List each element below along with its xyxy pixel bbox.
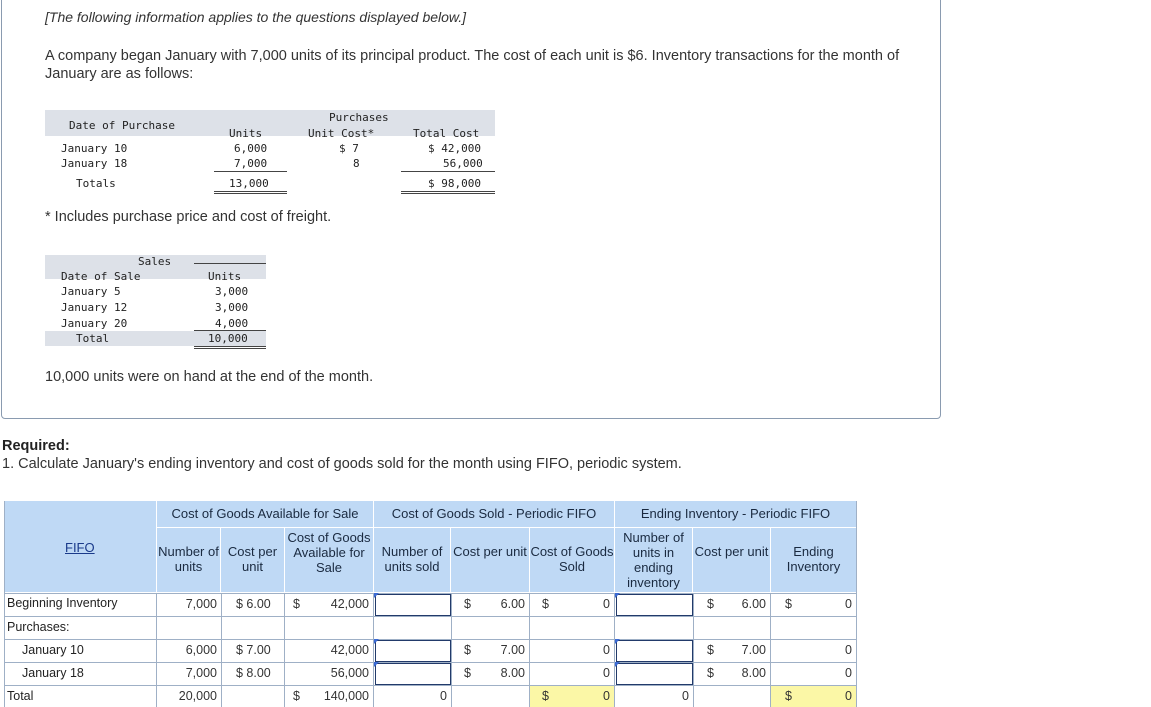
jan10-ei-cost-per-unit: 7.00 xyxy=(741,643,766,657)
sale-row-units: 4,000 xyxy=(215,317,249,330)
col-date-of-purchase: Date of Purchase xyxy=(69,119,175,132)
freight-footnote: * Includes purchase price and cost of fr… xyxy=(45,209,332,225)
rule xyxy=(194,263,266,264)
header-cogs: Cost of Goods Sold xyxy=(530,528,614,592)
beginning-ei-cost-per-unit: 6.00 xyxy=(741,597,766,611)
col-total-cost: Total Cost xyxy=(413,127,480,140)
col-units: Units xyxy=(229,127,263,140)
jan18-cogas: 56,000 xyxy=(330,666,369,680)
jan18-units: 7,000 xyxy=(185,666,217,680)
sale-row-date: January 12 xyxy=(61,301,128,314)
jan10-cogs-cost-per-unit: 7.00 xyxy=(500,643,525,657)
jan18-cogs-cost-per-unit: 8.00 xyxy=(500,666,525,680)
jan10-cogs: 0 xyxy=(603,643,610,657)
total-cogas: 140,000 xyxy=(323,689,369,703)
purchase-row-units: 6,000 xyxy=(234,142,268,155)
purchase-row-units: 7,000 xyxy=(234,157,268,170)
rule xyxy=(401,171,495,172)
purchase-row-unit-cost: 8 xyxy=(353,157,360,170)
total-cogs: 0 xyxy=(603,689,610,703)
purchase-row-unit-cost: $ 7 xyxy=(339,142,359,155)
row-label-purchases: Purchases: xyxy=(7,620,70,634)
beginning-units-sold-input[interactable] xyxy=(375,594,451,616)
jan18-ei-cost-per-unit: 8.00 xyxy=(741,666,766,680)
beginning-cogas-dollar: $ xyxy=(293,597,300,611)
problem-paragraph: A company began January with 7,000 units… xyxy=(45,48,900,82)
beginning-cost-per-unit: $ 6.00 xyxy=(236,597,271,611)
row-label-jan18: January 18 xyxy=(22,666,84,680)
sales-group-header: Sales xyxy=(138,255,172,268)
sale-row-date: January 5 xyxy=(61,285,121,298)
total-ei-units: 0 xyxy=(682,689,689,703)
row-label-jan10: January 10 xyxy=(22,643,84,657)
jan10-ei-units-input[interactable] xyxy=(616,640,693,662)
double-rule xyxy=(214,191,287,194)
jan18-ei-units-input[interactable] xyxy=(616,663,693,685)
header-cogas: Cost of Goods Available for Sale xyxy=(285,528,373,592)
question-text: 1. Calculate January's ending inventory … xyxy=(2,456,682,472)
sales-total-label: Total xyxy=(76,332,110,345)
total-ending-inventory: 0 xyxy=(845,689,852,703)
sale-row-date: January 20 xyxy=(61,317,128,330)
purchases-group-header: Purchases xyxy=(329,111,389,124)
beginning-units: 7,000 xyxy=(185,597,217,611)
header-cost-per-unit: Cost per unit xyxy=(221,528,284,592)
purchases-totals-cost: $ 98,000 xyxy=(428,177,481,190)
header-number-of-units: Number of units xyxy=(157,528,220,592)
group-header-ending-inventory: Ending Inventory - Periodic FIFO xyxy=(615,501,856,527)
jan18-cost-per-unit: $ 8.00 xyxy=(236,666,271,680)
required-label: Required: xyxy=(2,438,70,454)
double-rule xyxy=(401,191,495,194)
beginning-cogs-dollar: $ xyxy=(542,597,549,611)
sale-row-units: 3,000 xyxy=(215,285,249,298)
purchases-totals-label: Totals xyxy=(76,177,116,190)
total-units-sold: 0 xyxy=(440,689,447,703)
jan18-cogs: 0 xyxy=(603,666,610,680)
jan10-units: 6,000 xyxy=(185,643,217,657)
purchase-row-total: $ 42,000 xyxy=(428,142,481,155)
beginning-ending-inventory: 0 xyxy=(845,597,852,611)
purchases-totals-units: 13,000 xyxy=(229,177,269,190)
info-panel: [The following information applies to th… xyxy=(1,0,941,419)
purchase-row-total: 56,000 xyxy=(443,157,483,170)
beginning-cogas: 42,000 xyxy=(330,597,369,611)
double-rule xyxy=(194,346,266,349)
jan10-ending-inventory: 0 xyxy=(845,643,852,657)
header-cogs-cost-per-unit: Cost per unit xyxy=(451,528,529,592)
header-ending-inventory: Ending Inventory xyxy=(771,528,856,592)
beginning-cogs-cost-per-unit: 6.00 xyxy=(500,597,525,611)
required-section: Required: 1. Calculate January's ending … xyxy=(2,438,682,472)
total-cogs-dollar: $ xyxy=(542,689,549,703)
jan10-cogas: 42,000 xyxy=(330,643,369,657)
jan10-units-sold-input[interactable] xyxy=(375,640,451,662)
header-ei-units: Number of units in ending inventory xyxy=(615,528,692,592)
total-cogas-dollar: $ xyxy=(293,689,300,703)
jan18-ending-inventory: 0 xyxy=(845,666,852,680)
fifo-link[interactable]: FIFO xyxy=(65,540,95,555)
beginning-ei-units-input[interactable] xyxy=(616,594,693,616)
beginning-cogs: 0 xyxy=(603,597,610,611)
purchase-row-date: January 18 xyxy=(61,157,128,170)
row-label-beginning: Beginning Inventory xyxy=(7,596,118,610)
intro-text: [The following information applies to th… xyxy=(45,9,467,25)
rule xyxy=(214,171,287,172)
jan10-cost-per-unit: $ 7.00 xyxy=(236,643,271,657)
col-unit-cost: Unit Cost* xyxy=(308,127,375,140)
row-label-total: Total xyxy=(7,689,34,703)
header-units-sold: Number of units sold xyxy=(374,528,450,592)
sale-row-units: 3,000 xyxy=(215,301,249,314)
jan18-units-sold-input[interactable] xyxy=(375,663,451,685)
col-date-of-sale: Date of Sale xyxy=(61,270,141,283)
units-on-hand-note: 10,000 units were on hand at the end of … xyxy=(45,369,374,385)
col-sales-units: Units xyxy=(208,270,242,283)
sales-total-units: 10,000 xyxy=(208,332,248,345)
purchase-row-date: January 10 xyxy=(61,142,128,155)
header-ei-cost-per-unit: Cost per unit xyxy=(693,528,770,592)
total-units: 20,000 xyxy=(178,689,217,703)
group-header-cogas: Cost of Goods Available for Sale xyxy=(157,501,373,527)
group-header-cogs: Cost of Goods Sold - Periodic FIFO xyxy=(374,501,614,527)
